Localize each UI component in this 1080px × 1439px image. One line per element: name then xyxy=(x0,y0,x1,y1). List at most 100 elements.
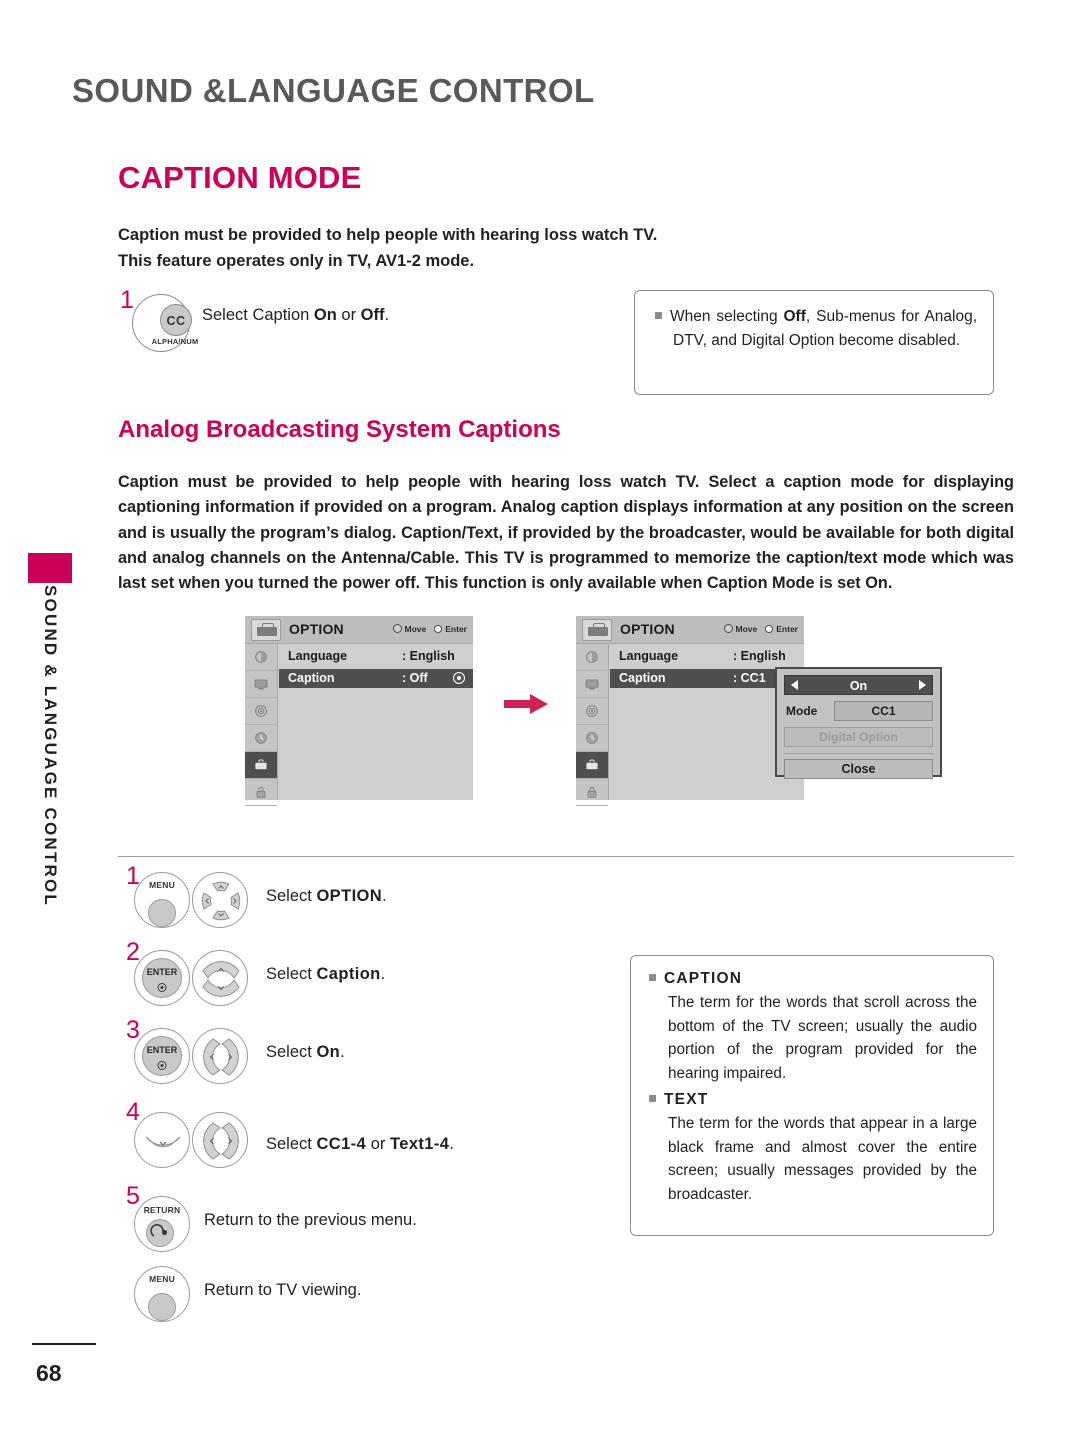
sub-heading: Analog Broadcasting System Captions xyxy=(118,416,561,443)
sidebar-item-option[interactable] xyxy=(245,752,277,779)
remote-step-2-text: Select Caption. xyxy=(266,965,385,984)
osd-title: OPTION xyxy=(289,621,344,637)
note-top-text-bold: Off xyxy=(783,308,806,325)
step1-prefix: Select xyxy=(266,887,317,905)
sidebar-item-lock[interactable] xyxy=(245,779,277,806)
osd-sidebar xyxy=(576,644,609,806)
up-down-button[interactable] xyxy=(192,950,248,1006)
remote-step-1: 1 MENU Select OPTION. xyxy=(126,862,546,930)
cc-button-sublabel: ALPHA/NUM xyxy=(151,337,199,346)
osd-hint-enter: Enter xyxy=(776,624,798,634)
note-box-off-behavior: When selecting Off, Sub-menus for Analog… xyxy=(634,290,994,395)
mode-row: Mode CC1 xyxy=(784,701,933,721)
osd-row-label: Language xyxy=(288,649,348,663)
screen-icon xyxy=(254,679,268,690)
option-icon xyxy=(582,619,612,641)
note-top-text-a: When selecting xyxy=(670,308,784,325)
menu-button-label: MENU xyxy=(149,1274,175,1284)
cc-text-prefix: Select Caption xyxy=(202,306,314,324)
cc-text-suffix: . xyxy=(384,306,390,324)
osd-screenshot-caption-off: OPTION Move Enter Language : English Capt… xyxy=(245,616,473,806)
remote-step-4: 4 Select CC1-4 or Text1-4. xyxy=(126,1098,546,1170)
caption-onoff-selector[interactable]: On xyxy=(784,675,933,695)
chevron-right-icon[interactable] xyxy=(919,680,926,690)
osd-hint-enter: Enter xyxy=(445,624,467,634)
table-row[interactable]: Caption : Off xyxy=(279,669,473,688)
sidebar-item-option[interactable] xyxy=(576,752,608,779)
menu-button-label: MENU xyxy=(149,880,175,890)
up-down-arrows-icon xyxy=(202,961,240,997)
sidebar-item-audio[interactable] xyxy=(245,698,277,725)
osd-title: OPTION xyxy=(620,621,675,637)
dpad-icon xyxy=(723,624,733,633)
step1-bold: OPTION xyxy=(316,887,383,905)
screen-icon xyxy=(585,679,599,690)
menu-button-knob xyxy=(148,1293,176,1321)
left-right-button[interactable] xyxy=(192,1028,248,1084)
enter-button-label: ENTER xyxy=(146,1045,178,1055)
remote-step-3-text: Select On. xyxy=(266,1043,345,1062)
body-part-2: Mode is set xyxy=(767,574,866,593)
close-button[interactable]: Close xyxy=(784,759,933,779)
navigation-pad[interactable] xyxy=(192,872,248,928)
body-bold-caption: Caption xyxy=(706,574,768,593)
body-paragraph: Caption must be provided to help people … xyxy=(118,470,1014,596)
picture-icon xyxy=(586,651,598,663)
step4-bold2: Text1-4 xyxy=(389,1135,450,1153)
cc-alphanum-button[interactable]: CC ALPHA/NUM xyxy=(132,294,198,352)
remote-step-5-text: Return to the previous menu. xyxy=(204,1211,417,1229)
osd-header: OPTION Move Enter xyxy=(576,616,804,644)
remote-step-2: 2 ENTER Select Caption. xyxy=(126,938,546,1008)
note-caption-heading-text: CAPTION xyxy=(664,970,743,987)
enter-dot-icon xyxy=(765,625,774,633)
sidebar-item-picture[interactable] xyxy=(245,644,277,671)
bullet-icon xyxy=(649,974,656,981)
caption-onoff-value: On xyxy=(849,679,868,693)
sidebar-item-screen[interactable] xyxy=(245,671,277,698)
down-arrow-icon xyxy=(145,1136,181,1148)
divider xyxy=(118,856,1014,857)
osd-row-value: : CC1 xyxy=(733,671,766,685)
side-tab-marker xyxy=(28,553,72,583)
menu-button-knob xyxy=(148,899,176,927)
table-row[interactable]: Language : English xyxy=(279,647,473,666)
bullet-icon xyxy=(649,1095,656,1102)
enter-button[interactable]: ENTER xyxy=(134,950,190,1006)
step4-prefix: Select xyxy=(266,1135,317,1153)
menu-button[interactable]: MENU xyxy=(134,1266,190,1322)
menu-button[interactable]: MENU xyxy=(134,872,190,928)
caption-settings-dialog: On Mode CC1 Digital Option Close xyxy=(775,667,942,779)
osd-header: OPTION Move Enter xyxy=(245,616,473,644)
remote-step-final-text: Return to TV viewing. xyxy=(204,1281,362,1299)
table-row[interactable]: Language : English xyxy=(610,647,804,666)
sidebar-item-screen[interactable] xyxy=(576,671,608,698)
down-button[interactable] xyxy=(134,1112,190,1168)
sidebar-item-lock[interactable] xyxy=(576,779,608,806)
note-text-heading-text: TEXT xyxy=(664,1091,709,1108)
footer-divider xyxy=(32,1343,96,1345)
sidebar-item-time[interactable] xyxy=(576,725,608,752)
audio-icon xyxy=(586,705,598,717)
chapter-title: SOUND &LANGUAGE CONTROL xyxy=(72,72,595,109)
enter-button-fill xyxy=(142,958,182,998)
sidebar-item-picture[interactable] xyxy=(576,644,608,671)
dpad-icon xyxy=(392,624,402,633)
mode-value-button[interactable]: CC1 xyxy=(834,701,933,721)
remote-step-5: 5 RETURN Return to the previous menu. xyxy=(126,1182,546,1254)
sidebar-item-time[interactable] xyxy=(245,725,277,752)
step2-suffix: . xyxy=(380,965,386,983)
sidebar-item-audio[interactable] xyxy=(576,698,608,725)
step1-suffix: . xyxy=(382,887,387,905)
osd-row-label: Language xyxy=(619,649,679,663)
return-button[interactable]: RETURN xyxy=(134,1196,190,1252)
option-icon xyxy=(254,759,268,771)
step4-bold: CC1-4 xyxy=(316,1135,367,1153)
chevron-left-icon[interactable] xyxy=(791,680,798,690)
cc-step-group: 1 CC ALPHA/NUM Select Caption On or Off. xyxy=(120,286,620,354)
cc-button-label: CC xyxy=(160,304,192,336)
enter-button[interactable]: ENTER xyxy=(134,1028,190,1084)
bullet-icon xyxy=(655,312,662,319)
step2-prefix: Select xyxy=(266,965,317,983)
step3-suffix: . xyxy=(340,1043,345,1061)
left-right-button[interactable] xyxy=(192,1112,248,1168)
